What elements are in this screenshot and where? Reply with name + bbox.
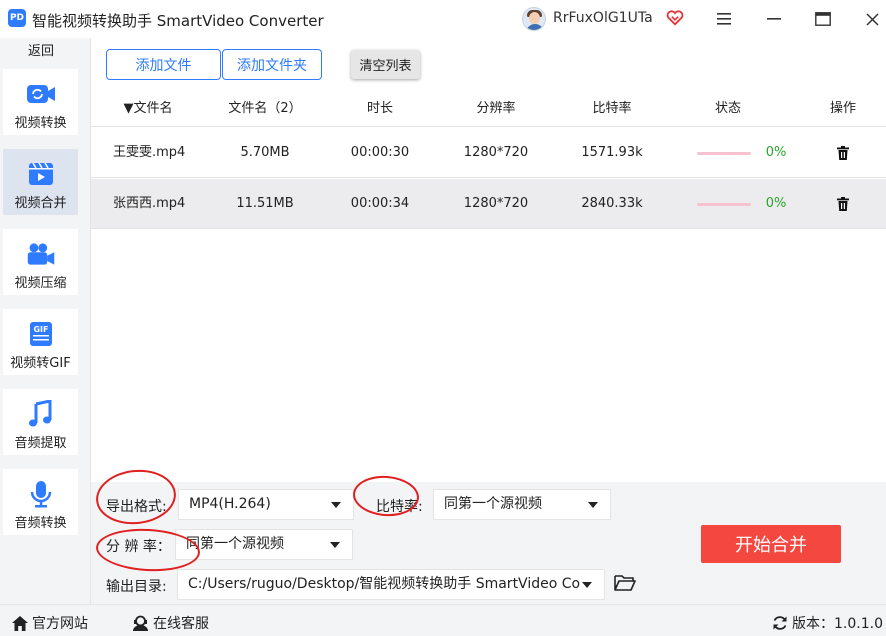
- svg-text:GIF: GIF: [33, 325, 48, 334]
- home-icon: [12, 615, 28, 631]
- file-bitrate: 1571.93k: [581, 145, 643, 160]
- online-support-label: 在线客服: [153, 616, 209, 632]
- output-dir-label: 输出目录:: [106, 579, 167, 595]
- gif-icon: GIF: [26, 321, 56, 347]
- progress-percent: 0%: [765, 196, 787, 211]
- column-header-actions: 操作: [829, 101, 856, 116]
- video-compress-icon: [26, 241, 56, 267]
- maximize-icon[interactable]: [808, 4, 838, 34]
- progress-percent: 0%: [765, 145, 787, 160]
- video-merge-icon: [26, 161, 56, 187]
- file-duration: 00:00:30: [350, 145, 410, 160]
- sidebar-item-label: 音频转换: [14, 516, 67, 531]
- file-duration: 00:00:34: [350, 196, 410, 211]
- app-window: PD 智能视频转换助手 SmartVideo Converter RrFuxOl…: [0, 0, 886, 636]
- column-header-filename[interactable]: ▼文件名: [113, 91, 183, 127]
- sidebar-item-label: 视频压缩: [14, 276, 67, 291]
- sidebar-item-audio-convert[interactable]: 音频转换: [3, 469, 78, 535]
- vip-heart-icon[interactable]: [666, 9, 684, 27]
- format-select-value: MP4(H.264): [189, 496, 271, 512]
- column-header-bitrate: 比特率: [592, 101, 632, 116]
- online-support-link[interactable]: 在线客服: [132, 613, 209, 633]
- clear-list-button[interactable]: 清空列表: [351, 50, 420, 79]
- video-convert-icon: [26, 81, 56, 107]
- sidebar-item-video-gif[interactable]: GIF 视频转GIF: [3, 309, 78, 375]
- chevron-down-icon: [582, 582, 592, 588]
- version-info[interactable]: 版本：1.0.1.0: [772, 613, 883, 633]
- window-title: 智能视频转换助手 SmartVideo Converter: [32, 12, 324, 30]
- app-logo-icon: PD: [8, 9, 26, 27]
- table-row[interactable]: 王雯雯.mp4 5.70MB 00:00:30 1280*720 1571.93…: [91, 128, 886, 178]
- file-table-header: ▼文件名 文件名（2） 时长 分辨率 比特率 状态 操作: [91, 91, 886, 127]
- title-bar: PD 智能视频转换助手 SmartVideo Converter RrFuxOl…: [0, 0, 886, 38]
- sidebar: 返回 视频转换 视频合并 视频压缩 GIF 视频转GIF 音频提取 音频转换: [0, 38, 90, 604]
- sidebar-item-label: 视频转GIF: [10, 356, 71, 371]
- chevron-down-icon: [330, 542, 340, 548]
- column-header-duration: 时长: [366, 101, 393, 116]
- resolution-label: 分 辨 率：: [106, 539, 171, 555]
- support-agent-icon: [133, 615, 148, 631]
- music-note-icon: [26, 400, 56, 427]
- resolution-select-value: 同第一个源视频: [186, 536, 284, 552]
- username[interactable]: RrFuxOlG1UTa: [553, 10, 653, 26]
- column-header-resolution: 分辨率: [476, 101, 516, 116]
- resolution-select[interactable]: 同第一个源视频: [175, 529, 353, 560]
- sidebar-item-video-convert[interactable]: 视频转换: [3, 69, 78, 135]
- close-icon[interactable]: [857, 4, 886, 34]
- menu-icon[interactable]: [709, 4, 739, 34]
- chevron-down-icon: [331, 502, 341, 508]
- version-label: 版本：1.0.1.0: [792, 616, 883, 632]
- column-header-status: 状态: [714, 101, 741, 116]
- delete-icon[interactable]: [837, 197, 849, 211]
- progress-bar: [697, 152, 751, 155]
- back-button[interactable]: 返回: [0, 38, 82, 64]
- table-row[interactable]: 张西西.mp4 11.51MB 00:00:34 1280*720 2840.3…: [91, 179, 886, 229]
- sidebar-item-video-compress[interactable]: 视频压缩: [3, 229, 78, 295]
- add-folder-button[interactable]: 添加文件夹: [222, 49, 322, 80]
- file-bitrate: 2840.33k: [581, 196, 643, 211]
- progress-bar: [697, 203, 751, 206]
- output-dir-value: C:/Users/ruguo/Desktop/智能视频转换助手 SmartVid…: [188, 576, 581, 592]
- file-name: 张西西.mp4: [113, 196, 186, 211]
- output-dir-select[interactable]: C:/Users/ruguo/Desktop/智能视频转换助手 SmartVid…: [177, 569, 605, 600]
- bitrate-select-value: 同第一个源视频: [444, 496, 542, 512]
- refresh-icon: [773, 616, 787, 630]
- column-header-size: 文件名（2）: [228, 101, 302, 116]
- sidebar-item-label: 视频合并: [14, 196, 67, 211]
- microphone-icon: [26, 481, 56, 508]
- sidebar-item-label: 音频提取: [14, 436, 67, 451]
- bitrate-select[interactable]: 同第一个源视频: [433, 489, 611, 520]
- file-size: 11.51MB: [236, 196, 294, 211]
- file-name: 王雯雯.mp4: [113, 145, 186, 160]
- start-merge-button[interactable]: 开始合并: [701, 525, 841, 563]
- add-file-button[interactable]: 添加文件: [106, 49, 221, 80]
- folder-open-icon[interactable]: [614, 574, 636, 592]
- official-website-label: 官方网站: [32, 616, 88, 632]
- avatar[interactable]: [522, 7, 546, 31]
- chevron-down-icon: [588, 502, 598, 508]
- minimize-icon[interactable]: [759, 4, 789, 34]
- file-size: 5.70MB: [240, 145, 290, 160]
- delete-icon[interactable]: [837, 146, 849, 160]
- sidebar-item-audio-extract[interactable]: 音频提取: [3, 389, 78, 455]
- format-label: 导出格式:: [106, 499, 167, 515]
- official-website-link[interactable]: 官方网站: [12, 613, 88, 633]
- file-resolution: 1280*720: [463, 196, 529, 211]
- sidebar-item-label: 视频转换: [14, 116, 67, 131]
- file-resolution: 1280*720: [463, 145, 529, 160]
- format-select[interactable]: MP4(H.264): [178, 489, 354, 520]
- sidebar-item-video-merge[interactable]: 视频合并: [3, 149, 78, 215]
- status-bar: 官方网站 在线客服 版本：1.0.1.0: [0, 604, 886, 636]
- bitrate-label: 比特率:: [376, 499, 423, 515]
